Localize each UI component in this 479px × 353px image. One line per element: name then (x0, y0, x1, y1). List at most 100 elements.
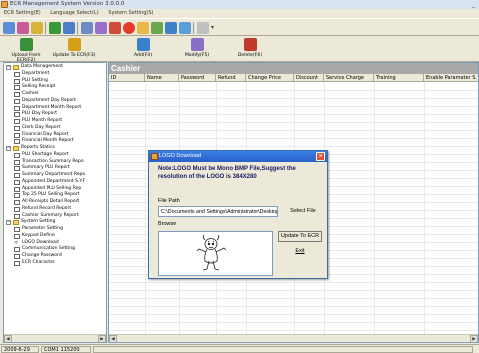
column-header-change-price[interactable]: Change Price (246, 74, 294, 82)
tree-item[interactable]: Department (4, 70, 106, 78)
logo-star-icon: ✲ (14, 239, 19, 246)
column-header-password[interactable]: Password (179, 74, 216, 82)
tree-item-label: All Receipts Detail Report (22, 199, 80, 204)
navigation-tree-panel: − Data Management Department PLU Setting Sel… (3, 62, 107, 343)
tree-item[interactable]: PLU Day Report (4, 111, 106, 118)
tree-item[interactable]: Summary PLU Report (4, 165, 106, 172)
column-header-service-charge[interactable]: Service Charge (324, 74, 374, 82)
edit-icon[interactable] (95, 22, 107, 34)
tree-item[interactable]: Top 25 PLU Selling Report (4, 192, 106, 199)
update-to-ecr-dialog-button[interactable]: Update To ECR (278, 231, 322, 242)
tree-item-label: Department Day Report (22, 97, 76, 103)
tree-item-label: Top 25 PLU Selling Report (22, 192, 80, 198)
collapse-icon[interactable]: − (6, 146, 11, 151)
document-icon (14, 233, 20, 239)
tree-group[interactable]: − Data Management (4, 64, 106, 71)
tree-item[interactable]: Clerk Day Report (4, 125, 106, 132)
exit-button[interactable]: Exit (278, 246, 322, 256)
dialog-title-bar: LOGO Download × (149, 151, 327, 162)
tree-item[interactable]: PLU Month Report (4, 118, 106, 125)
modify-button[interactable]: Modify(F5) (180, 37, 214, 61)
menu-system-setting[interactable]: System Setting(S) (104, 9, 157, 18)
tree-item[interactable]: Appointed Department S.Y.F (4, 179, 106, 186)
column-header-discount[interactable]: Discount (294, 74, 324, 82)
menu-language-select[interactable]: Language Select(L) (46, 9, 102, 18)
collapse-icon[interactable]: − (6, 65, 11, 70)
tree-item-label: Summary PLU Report (22, 165, 70, 171)
refresh-icon[interactable] (49, 22, 61, 34)
icon-toolbar: ▾ (0, 18, 479, 36)
dialog-close-icon[interactable]: × (316, 152, 325, 161)
collapse-icon[interactable]: − (6, 220, 11, 226)
document-icon (14, 173, 20, 178)
tree-item-label: PLU Day Report (22, 111, 57, 117)
menu-bar: ECR Setting(E) Language Select(L) System… (0, 9, 479, 18)
scroll-left-icon[interactable]: ◀ (109, 335, 117, 342)
tree-item[interactable]: Communication Setting (4, 246, 106, 253)
scroll-right-icon[interactable]: ▶ (470, 335, 478, 342)
tree-item[interactable]: PLU Setting (4, 78, 106, 85)
sync-icon[interactable] (63, 22, 75, 34)
upload-icon (19, 38, 33, 51)
column-header-refund[interactable]: Refund (216, 74, 246, 82)
scroll-left-icon[interactable]: ◀ (4, 335, 12, 342)
delete-icon[interactable] (109, 22, 121, 34)
document-icon (14, 206, 20, 212)
logo-preview-box (158, 231, 273, 276)
tree-item[interactable]: All Receipts Detail Report (4, 199, 106, 206)
tree-item-label: Financial Month Report (22, 138, 74, 144)
open-icon[interactable] (3, 22, 15, 34)
column-header-enable-parameter[interactable]: Enable Parameter S (424, 74, 478, 82)
file-path-label: File Path (158, 198, 180, 204)
tree-item[interactable]: Cashier Summary Report (4, 213, 106, 220)
column-header-name[interactable]: Name (145, 74, 179, 82)
grid-icon[interactable] (81, 22, 93, 34)
update-to-ecr-button[interactable]: Update To ECR(F3) (50, 37, 98, 61)
tree-item-label: Department (22, 70, 50, 76)
tree-item[interactable]: ECR Character (4, 260, 106, 267)
grid-title: Cashier (109, 63, 478, 74)
tree-item[interactable]: Cashier (4, 91, 106, 98)
tree-group[interactable]: − Reports Statics (4, 145, 106, 152)
logo-download-dialog: LOGO Download × Note:LOGO Must be Mono B… (148, 150, 328, 279)
grid-horizontal-scrollbar[interactable]: ◀ ▶ (109, 334, 478, 342)
delete-button[interactable]: Delete(F6) (234, 37, 266, 61)
chart-icon[interactable] (165, 22, 177, 34)
upload-from-ecr-button[interactable]: Upload From ECR(F2) (2, 37, 50, 63)
column-header-id[interactable]: ID (109, 74, 145, 82)
tree-item-label: Keypad Define (22, 232, 55, 238)
folder-icon (13, 146, 19, 151)
save-icon[interactable] (17, 22, 29, 34)
close-icon[interactable]: _ (470, 1, 477, 8)
tools-icon[interactable] (151, 22, 163, 34)
tree-item[interactable]: Keypad Define (4, 232, 106, 240)
tree-item[interactable]: Selling Receipt (4, 84, 106, 91)
report-icon[interactable] (179, 22, 191, 34)
print-icon[interactable] (31, 22, 43, 34)
scroll-right-icon[interactable]: ▶ (98, 335, 106, 342)
stop-icon[interactable] (123, 22, 135, 34)
add-button[interactable]: Add(F4) (128, 37, 158, 61)
column-header-training[interactable]: Training (374, 74, 424, 82)
download-icon[interactable] (197, 22, 209, 34)
select-file-button[interactable]: Select File (283, 206, 323, 217)
tree-item[interactable]: Summary Department Repo (4, 172, 106, 179)
navigation-tree: − Data Management Department PLU Setting Sel… (4, 64, 106, 267)
tree-group[interactable]: − System Setting (4, 219, 106, 226)
tree-item-label: System Setting (21, 219, 56, 225)
tree-item[interactable]: Parameter Setting (4, 226, 106, 233)
toolbar-separator (77, 22, 78, 34)
tree-item[interactable]: PLU Shortage Report (4, 152, 106, 159)
tree-item[interactable]: Change Password (4, 253, 106, 260)
folder-icon[interactable] (137, 22, 149, 34)
dropdown-arrow-icon[interactable]: ▾ (211, 22, 217, 34)
file-path-input[interactable]: C:\Documents and Settings\Administrator\… (158, 206, 278, 217)
tree-item[interactable]: Refund Record Report (4, 206, 106, 213)
tree-item[interactable]: Department Day Report (4, 97, 106, 105)
tree-item[interactable]: Financial Month Report (4, 138, 106, 145)
toolbar-separator (45, 22, 46, 34)
document-icon (14, 260, 20, 266)
status-bar: 2009-6-29 COM1 115200 (0, 344, 479, 353)
menu-ecr-setting[interactable]: ECR Setting(E) (0, 9, 45, 18)
tree-horizontal-scrollbar[interactable]: ◀ ▶ (4, 334, 106, 342)
